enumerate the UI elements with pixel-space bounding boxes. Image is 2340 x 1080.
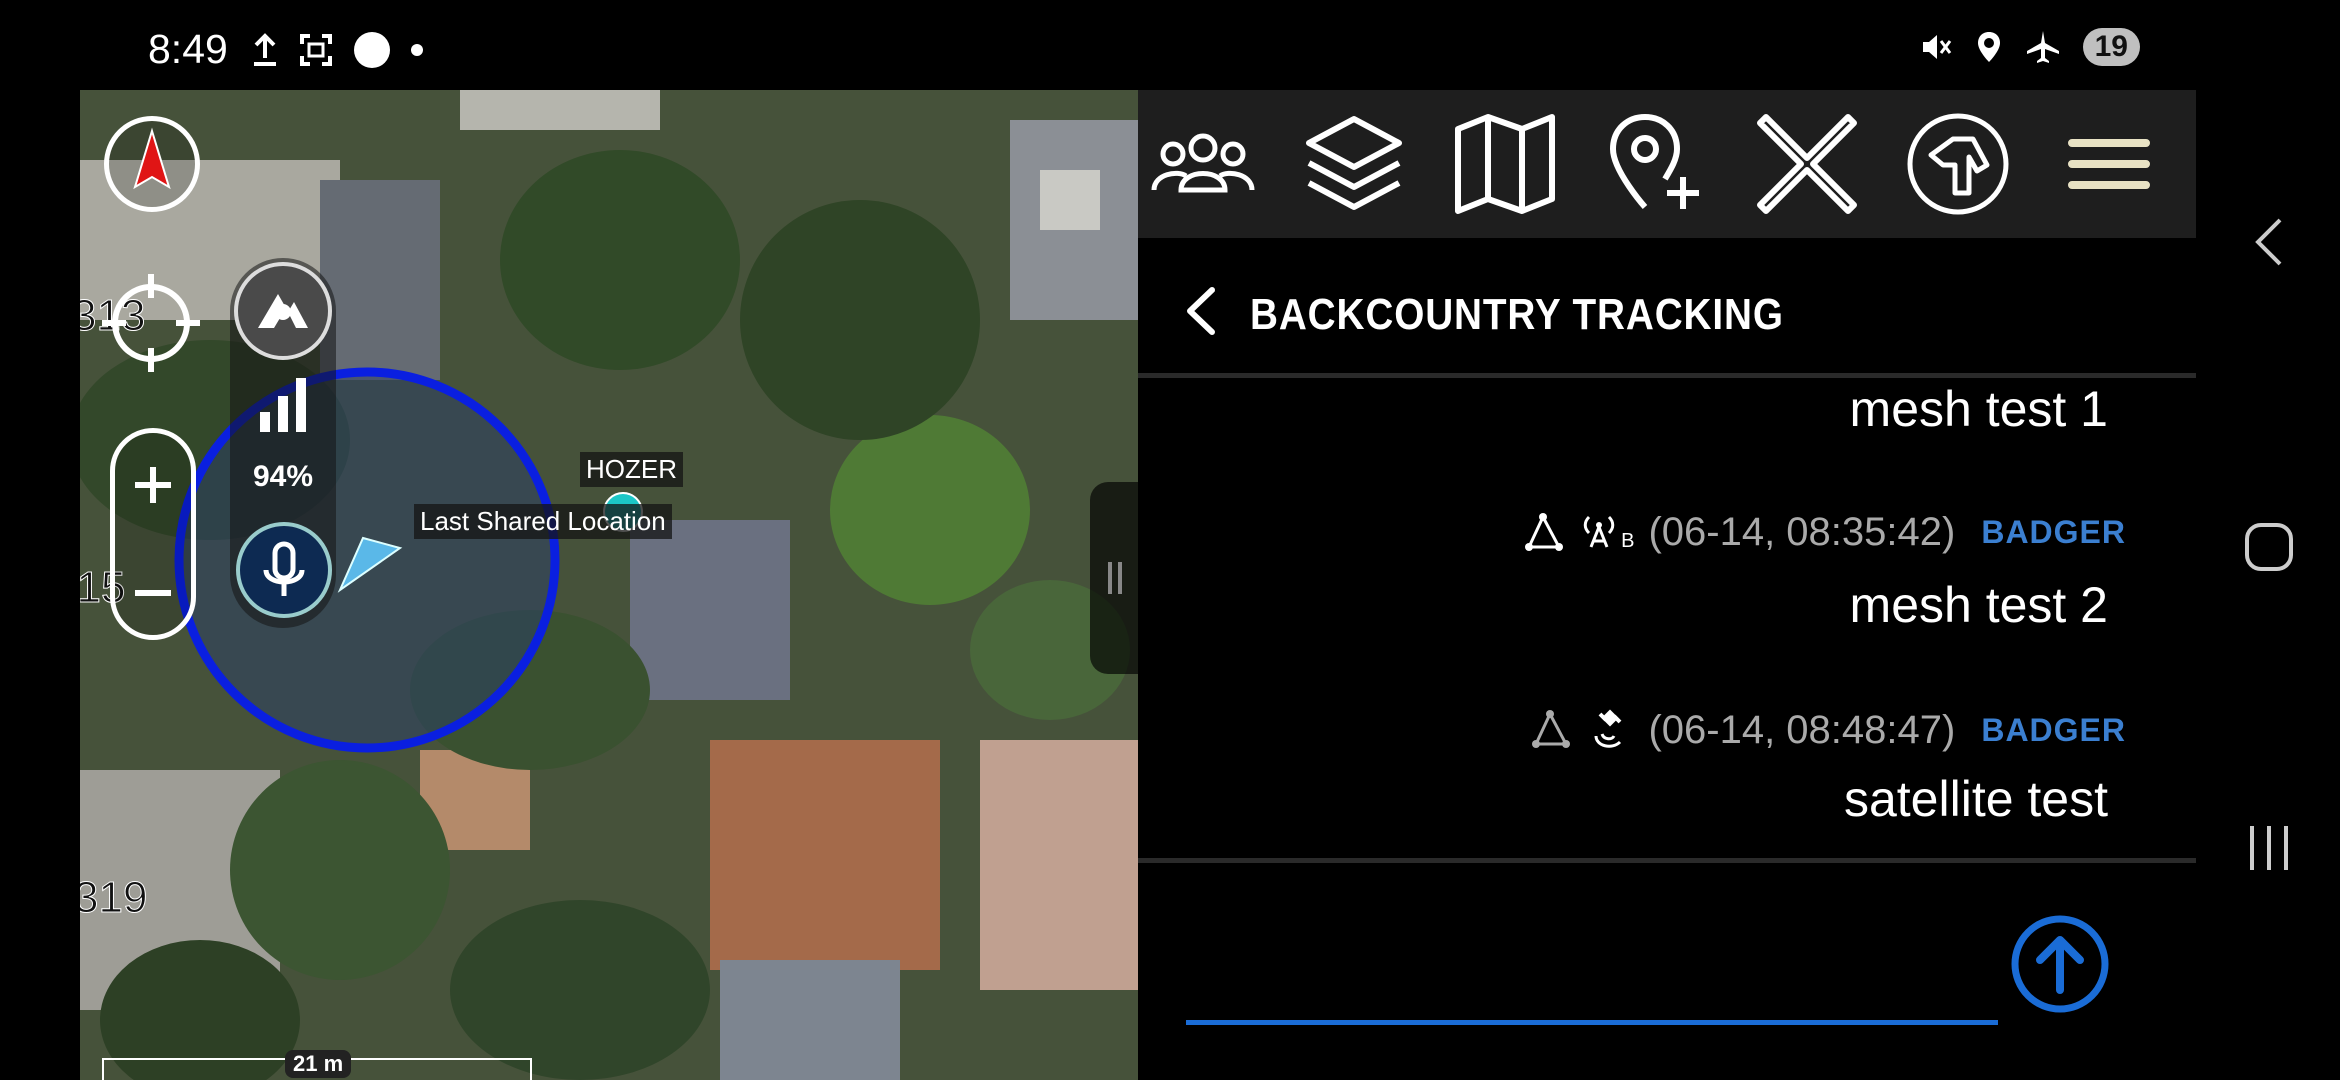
- system-nav-bar: [2196, 90, 2340, 1080]
- battery-badge: 19: [2082, 28, 2140, 66]
- signal-percent: 94%: [252, 460, 314, 493]
- dot-icon: [411, 44, 423, 56]
- message-time: (06-14, 08:35:42): [1648, 510, 1956, 554]
- add-waypoint-button[interactable]: [1591, 99, 1721, 229]
- layers-button[interactable]: [1289, 99, 1419, 229]
- status-right-icons: 19: [1919, 28, 2140, 66]
- locate-button[interactable]: [100, 272, 202, 374]
- map-icon: [1455, 114, 1555, 214]
- status-time: 8:49: [148, 26, 228, 72]
- compass-button[interactable]: [104, 116, 200, 212]
- crosshair-icon: [102, 274, 200, 372]
- location-icon: [1977, 32, 2000, 62]
- user-marker-label: HOZER: [580, 452, 683, 487]
- panel-title: BACKCOUNTRY TRACKING: [1250, 290, 1784, 339]
- drag-handle-icon: [1108, 562, 1122, 594]
- main-toolbar: [1138, 90, 2196, 238]
- add-waypoint-icon: [1609, 113, 1699, 209]
- push-to-talk-button[interactable]: [236, 522, 332, 618]
- message-text: satellite test: [1843, 771, 2108, 827]
- message-input-divider: [1138, 858, 2196, 863]
- message-sender[interactable]: BADGER: [1981, 514, 2126, 551]
- mute-icon: [1922, 35, 1951, 59]
- menu-button[interactable]: [2044, 99, 2174, 229]
- microphone-icon: [263, 541, 305, 596]
- message-time: (06-14, 08:48:47): [1648, 707, 1956, 752]
- team-button[interactable]: [1138, 99, 1268, 229]
- map-scale-label: 21 m: [285, 1050, 352, 1078]
- radio-antenna-icon: [1583, 515, 1615, 548]
- radio-channel-indicator: B: [1579, 513, 1634, 553]
- status-bar: 8:49 19: [0, 0, 2340, 90]
- satellite-map[interactable]: 313 315 319 94% HOZER Last Shared Locati…: [80, 90, 1138, 1080]
- zoom-out-icon[interactable]: [129, 569, 177, 617]
- send-arrow-icon: [2011, 915, 2109, 1013]
- radio-channel-label: B: [1621, 529, 1635, 552]
- chat-panel: BACKCOUNTRY TRACKING mesh test 1 B (06-1…: [1138, 238, 2196, 1080]
- map-button[interactable]: [1440, 99, 1570, 229]
- panel-drag-handle[interactable]: [1090, 482, 1138, 674]
- message-meta: B (06-14, 08:35:42) BADGER: [1521, 510, 2126, 555]
- menu-icon: [2068, 139, 2150, 189]
- mesh-network-icon: [1532, 710, 1571, 748]
- message-input[interactable]: [1186, 918, 1998, 1018]
- nav-back-icon[interactable]: [2248, 214, 2288, 270]
- satellite-icon: [1594, 709, 1622, 748]
- message-meta: (06-14, 08:48:47) BADGER: [1528, 706, 2126, 754]
- signal-strength-icon: [260, 378, 306, 432]
- send-button[interactable]: [2010, 914, 2110, 1014]
- app-logo-icon: [258, 294, 308, 328]
- upload-icon: [254, 33, 276, 66]
- back-icon[interactable]: [1178, 284, 1224, 338]
- screenshot-icon: [300, 34, 332, 66]
- dog-tracking-button[interactable]: [1893, 99, 2023, 229]
- nav-recents-icon[interactable]: [2244, 822, 2294, 874]
- message-text: mesh test 1: [1849, 381, 2108, 437]
- message-sender[interactable]: BADGER: [1981, 712, 2126, 749]
- layers-icon: [1306, 116, 1402, 210]
- team-icon: [1151, 133, 1255, 193]
- message-text: mesh test 2: [1849, 577, 2108, 633]
- circle-icon: [354, 32, 390, 68]
- message-input-underline: [1186, 1020, 1998, 1025]
- nav-home-icon[interactable]: [2242, 520, 2296, 574]
- zoom-in-icon[interactable]: [129, 461, 177, 509]
- airplane-icon: [2026, 31, 2059, 63]
- status-left-icons: [250, 30, 424, 70]
- dog-tracking-icon: [1907, 113, 2009, 215]
- last-shared-location-label: Last Shared Location: [414, 504, 672, 539]
- mesh-network-icon: [1525, 512, 1564, 551]
- panel-header: BACKCOUNTRY TRACKING: [1138, 238, 2196, 378]
- app-logo-button[interactable]: [234, 262, 332, 360]
- close-icon: [1757, 114, 1857, 214]
- svg-text:319: 319: [80, 873, 147, 922]
- close-tool-button[interactable]: [1742, 99, 1872, 229]
- north-arrow-icon: [133, 127, 171, 190]
- zoom-control: [110, 428, 196, 640]
